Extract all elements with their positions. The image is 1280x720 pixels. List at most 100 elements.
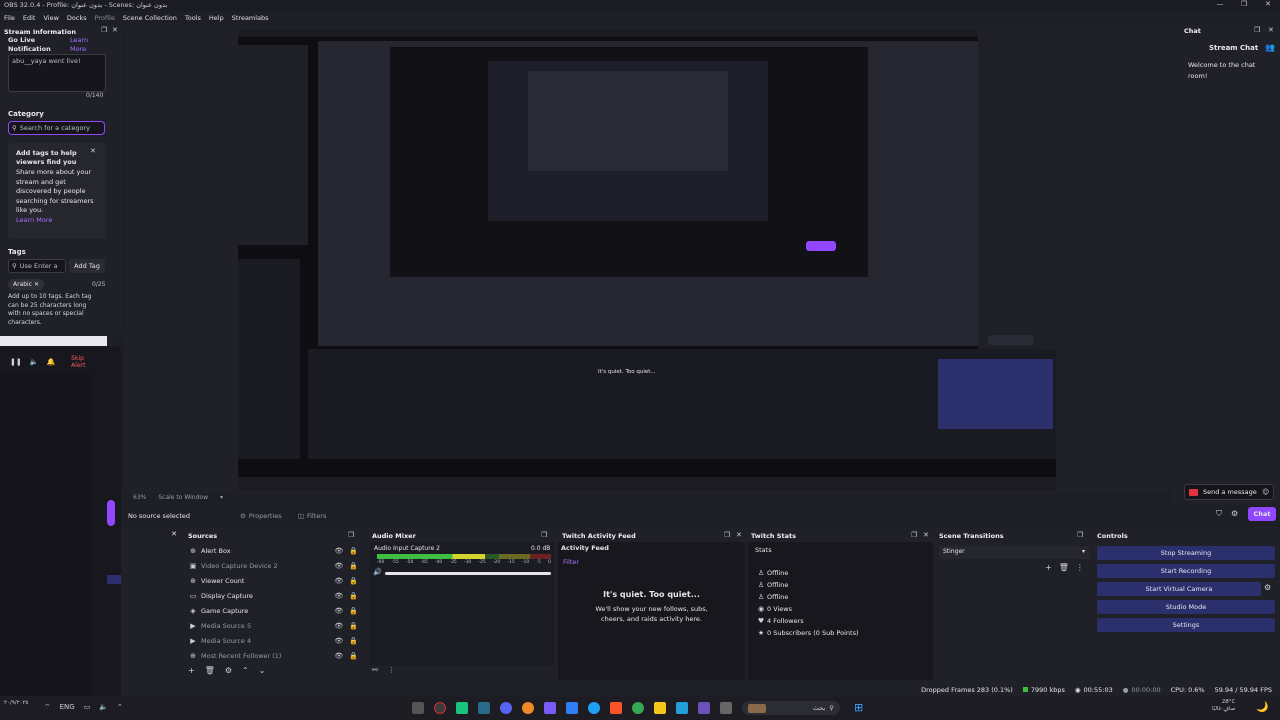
scale-dropdown-icon[interactable]: ▾ [220,494,223,501]
menu-dots-icon[interactable]: ⋮ [388,666,395,674]
shield-icon[interactable]: ⛉ [1216,509,1222,519]
program-preview[interactable]: It's quiet. Too quiet... [238,29,1056,491]
source-settings-icon[interactable]: ⚙ [225,666,232,675]
start-virtual-camera-button[interactable]: Start Virtual Camera [1097,582,1261,596]
virtual-camera-settings-icon[interactable]: ⚙ [1264,583,1271,592]
close-icon[interactable]: ✕ [112,26,118,34]
app-violet-icon[interactable] [698,702,710,714]
add-source-icon[interactable]: + [188,666,195,675]
battery-icon[interactable]: ▭ [84,703,91,712]
float-icon[interactable]: ❐ [348,531,354,539]
minimize-button[interactable]: — [1208,0,1232,11]
source-row[interactable]: ⊕ Viewer Count 👁 🔒 [188,573,358,588]
discord-icon[interactable] [500,702,512,714]
properties-button[interactable]: ⚙ Properties [240,512,282,520]
visibility-icon[interactable]: 👁 [334,592,343,600]
close-icon[interactable]: ✕ [736,531,742,539]
float-icon[interactable]: ❐ [1254,26,1260,34]
visibility-icon[interactable]: 👁 [334,637,343,645]
menu-help[interactable]: Help [209,14,224,22]
scale-mode[interactable]: Scale to Window [158,494,208,501]
chat-message-input[interactable]: Send a message ☺ [1184,484,1274,500]
settings-button[interactable]: Settings [1097,618,1275,632]
filters-button[interactable]: ◫ Filters [298,512,327,520]
activity-filter-link[interactable]: Filter [563,558,579,566]
bell-icon[interactable]: 🔔 [46,358,55,366]
lock-icon[interactable]: 🔒 [349,637,358,645]
menu-tools[interactable]: Tools [185,14,201,22]
maximize-button[interactable]: ❐ [1232,0,1256,11]
app-gray-icon[interactable] [720,702,732,714]
add-tag-button[interactable]: Add Tag [69,259,105,273]
remove-transition-icon[interactable]: 🗑 [1059,563,1069,572]
lock-icon[interactable]: 🔒 [349,622,358,630]
speaker-icon[interactable]: 🔊 [373,568,382,576]
telegram-icon[interactable] [676,702,688,714]
lock-icon[interactable]: 🔒 [349,592,358,600]
lock-icon[interactable]: 🔒 [349,607,358,615]
menu-file[interactable]: File [4,14,15,22]
folder-icon[interactable] [654,702,666,714]
lock-icon[interactable]: 🔒 [349,547,358,555]
stop-streaming-button[interactable]: Stop Streaming [1097,546,1275,560]
preview-area[interactable]: It's quiet. Too quiet... [125,25,1169,493]
weather-widget[interactable]: 28°C صافٍ غالبًا [1212,699,1235,713]
menu-profile[interactable]: Profile [95,14,115,22]
zoom-level[interactable]: 63% [133,494,146,501]
lock-icon[interactable]: 🔒 [349,562,358,570]
move-down-icon[interactable]: ⌄ [259,666,266,675]
chrome-icon[interactable] [632,702,644,714]
visibility-icon[interactable]: 👁 [334,652,343,660]
visibility-icon[interactable]: 👁 [334,607,343,615]
windows-start-icon[interactable]: ⊞ [854,701,863,714]
float-icon[interactable]: ❐ [101,26,107,34]
add-transition-icon[interactable]: + [1045,563,1052,572]
close-tip-icon[interactable]: ✕ [90,147,96,155]
remove-source-icon[interactable]: 🗑 [205,666,215,675]
source-row[interactable]: ▶ Media Source 4 👁 🔒 [188,633,358,648]
chat-send-button[interactable]: Chat [1248,507,1276,521]
tag-chip-arabic[interactable]: Arabic ✕ [8,279,45,290]
close-icon[interactable]: ✕ [1268,26,1274,34]
gear-icon[interactable]: ⚙ [1231,509,1238,519]
volume-icon[interactable]: 🔈 [30,358,39,366]
remove-tag-icon[interactable]: ✕ [34,281,39,288]
visibility-icon[interactable]: 👁 [334,562,343,570]
emote-icon[interactable]: ☺ [1262,488,1269,496]
chevron-up-icon[interactable]: ⌃ [117,703,123,712]
lock-icon[interactable]: 🔒 [349,577,358,585]
skip-alert-button[interactable]: Skip Alert [71,355,100,369]
obs-icon[interactable] [434,702,446,714]
edge-icon[interactable] [588,702,600,714]
visibility-icon[interactable]: 👁 [334,577,343,585]
source-row[interactable]: ▶ Media Source 5 👁 🔒 [188,618,358,633]
link-icon[interactable]: ⚯ [372,666,378,674]
menu-edit[interactable]: Edit [23,14,36,22]
visibility-icon[interactable]: 👁 [334,547,343,555]
taskbar-search[interactable]: بحث ⚲ [742,701,840,715]
lock-icon[interactable]: 🔒 [349,652,358,660]
learn-link[interactable]: Learn [70,36,88,44]
menu-docks[interactable]: Docks [67,14,87,22]
taskview-icon[interactable] [412,702,424,714]
tags-input[interactable]: ⚲ Use Enter a [8,259,66,273]
source-row[interactable]: ▭ Display Capture 👁 🔒 [188,588,358,603]
lang-indicator[interactable]: ENG [60,703,75,712]
app-tool-icon[interactable] [478,702,490,714]
start-recording-button[interactable]: Start Recording [1097,564,1275,578]
app-purple-icon[interactable] [544,702,556,714]
float-icon[interactable]: ❐ [541,531,547,539]
app-blue-icon[interactable] [566,702,578,714]
close-button[interactable]: ✕ [1256,0,1280,11]
menu-streamlabs[interactable]: Streamlabs [232,14,269,22]
menu-scene-collection[interactable]: Scene Collection [123,14,177,22]
wifi-icon[interactable]: ⌔ [44,703,51,712]
source-row[interactable]: ⊕ Most Recent Follower (1) 👁 🔒 [188,648,358,663]
source-row[interactable]: ▣ Video Capture Device 2 👁 🔒 [188,558,358,573]
float-icon[interactable]: ❐ [911,531,917,539]
pause-icon[interactable]: ❚❚ [10,358,22,366]
volume-icon[interactable]: 🔈 [99,703,108,712]
close-icon[interactable]: ✕ [923,531,929,539]
side-scroll-handle[interactable] [107,500,115,526]
menu-view[interactable]: View [43,14,58,22]
